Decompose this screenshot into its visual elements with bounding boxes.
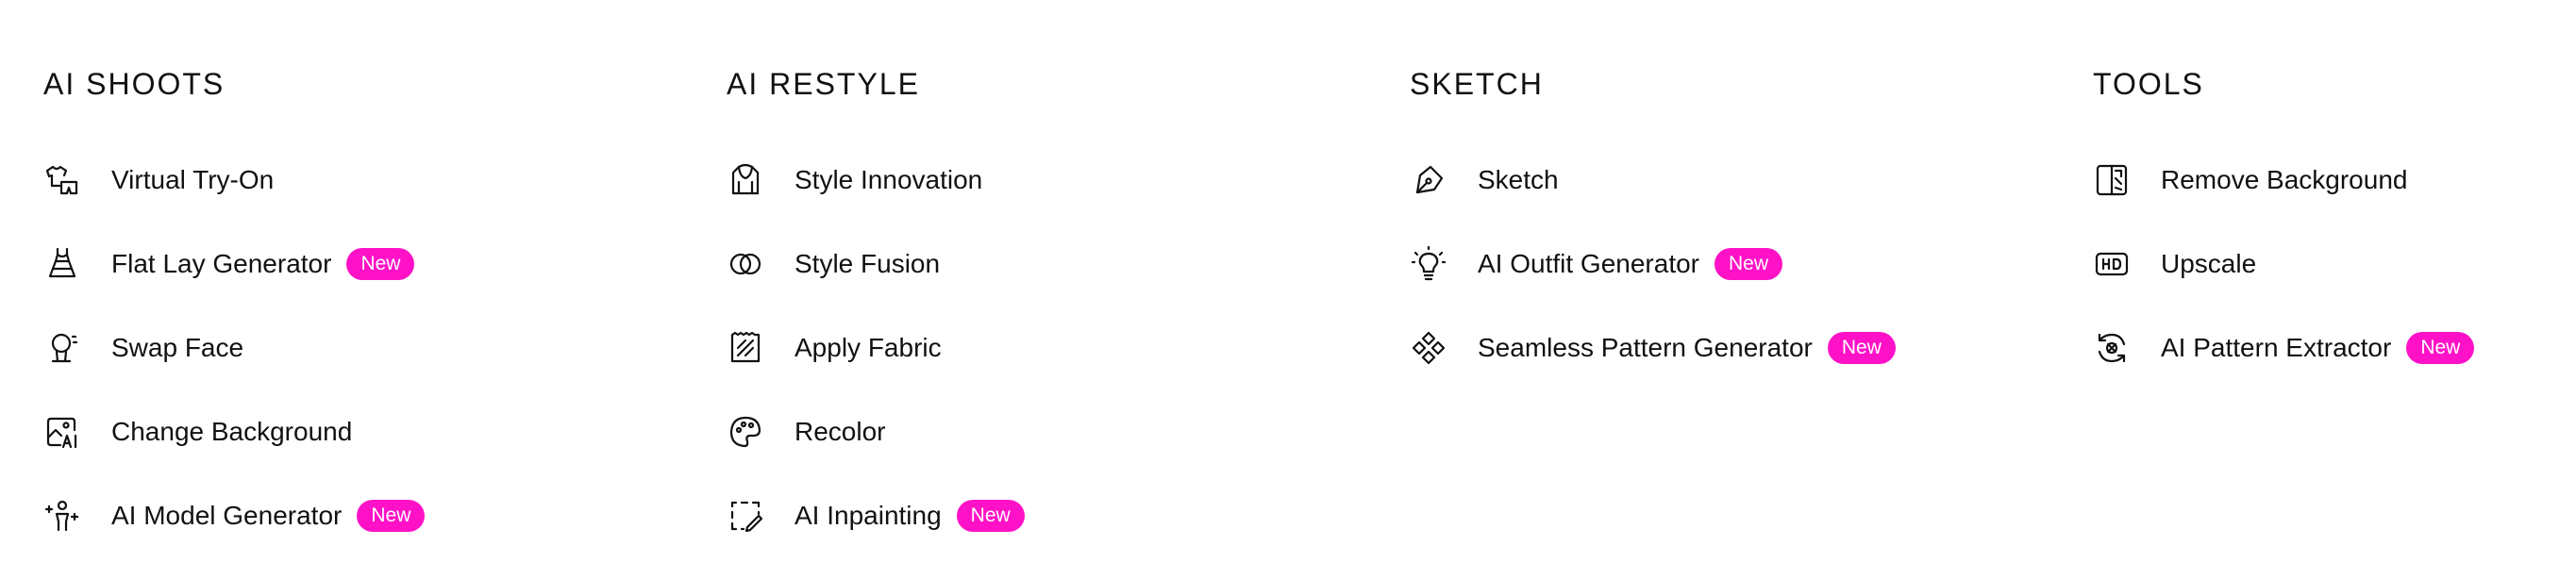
hd-icon <box>2093 245 2131 283</box>
menu-item-label: Remove Background <box>2161 164 2408 194</box>
new-badge: New <box>2406 331 2475 364</box>
menu-item-label: AI Inpainting <box>795 500 942 530</box>
new-badge: New <box>346 247 415 280</box>
pattern-extract-icon <box>2093 329 2131 367</box>
section-heading: TOOLS <box>2093 67 2204 101</box>
new-badge: New <box>956 499 1025 532</box>
remove-bg-icon <box>2093 161 2131 199</box>
menu-item-label: Style Innovation <box>795 164 983 194</box>
menu-item-change-background[interactable]: Change Background <box>43 389 704 473</box>
section-heading: AI SHOOTS <box>43 67 226 101</box>
section-list: Virtual Try-On Flat Lay Generator New Sw… <box>43 138 704 557</box>
menu-item-swap-face[interactable]: Swap Face <box>43 306 704 389</box>
section-ai-restyle: AI RESTYLE Style Innovation Style Fusion… <box>727 60 1387 557</box>
lightbulb-icon <box>1410 245 1447 283</box>
ai-image-icon <box>43 413 81 451</box>
section-sketch: SKETCH Sketch AI Outfit Generator New Se… <box>1410 60 2070 389</box>
section-list: Style Innovation Style Fusion Apply Fabr… <box>727 138 1387 557</box>
feature-menu: AI SHOOTS Virtual Try-On Flat Lay Genera… <box>0 0 2576 579</box>
menu-item-label: AI Model Generator <box>111 500 343 530</box>
menu-item-remove-background[interactable]: Remove Background <box>2093 138 2576 222</box>
clothes-icon <box>43 161 81 199</box>
menu-item-label: Flat Lay Generator <box>111 248 332 278</box>
menu-item-label: Change Background <box>111 416 353 446</box>
fabric-icon <box>727 329 764 367</box>
menu-item-style-fusion[interactable]: Style Fusion <box>727 222 1387 306</box>
menu-item-label: Apply Fabric <box>795 332 942 362</box>
section-heading: SKETCH <box>1410 67 1544 101</box>
menu-item-label: Recolor <box>795 416 886 446</box>
menu-item-label: Upscale <box>2161 248 2257 278</box>
menu-item-seamless-pattern-generator[interactable]: Seamless Pattern Generator New <box>1410 306 2070 389</box>
section-ai-shoots: AI SHOOTS Virtual Try-On Flat Lay Genera… <box>43 60 704 557</box>
menu-item-ai-model-generator[interactable]: AI Model Generator New <box>43 473 704 557</box>
menu-item-ai-outfit-generator[interactable]: AI Outfit Generator New <box>1410 222 2070 306</box>
menu-item-ai-pattern-extractor[interactable]: AI Pattern Extractor New <box>2093 306 2576 389</box>
menu-item-flat-lay-generator[interactable]: Flat Lay Generator New <box>43 222 704 306</box>
overlap-circles-icon <box>727 245 764 283</box>
menu-item-label: AI Pattern Extractor <box>2161 332 2392 362</box>
section-list: Sketch AI Outfit Generator New Seamless … <box>1410 138 2070 389</box>
section-heading: AI RESTYLE <box>727 67 920 101</box>
menu-item-virtual-try-on[interactable]: Virtual Try-On <box>43 138 704 222</box>
menu-item-recolor[interactable]: Recolor <box>727 389 1387 473</box>
pen-nib-icon <box>1410 161 1447 199</box>
menu-item-style-innovation[interactable]: Style Innovation <box>727 138 1387 222</box>
menu-item-sketch[interactable]: Sketch <box>1410 138 2070 222</box>
menu-item-label: Virtual Try-On <box>111 164 275 194</box>
face-icon <box>43 329 81 367</box>
menu-item-label: AI Outfit Generator <box>1478 248 1699 278</box>
menu-item-upscale[interactable]: Upscale <box>2093 222 2576 306</box>
menu-item-label: Seamless Pattern Generator <box>1478 332 1813 362</box>
menu-item-label: Style Fusion <box>795 248 941 278</box>
menu-item-label: Sketch <box>1478 164 1559 194</box>
new-badge: New <box>1827 331 1896 364</box>
inpaint-brush-icon <box>727 497 764 535</box>
new-badge: New <box>357 499 426 532</box>
section-tools: TOOLS Remove Background Upscale AI Patte… <box>2093 60 2576 389</box>
new-badge: New <box>1715 247 1783 280</box>
menu-item-label: Swap Face <box>111 332 244 362</box>
menu-item-apply-fabric[interactable]: Apply Fabric <box>727 306 1387 389</box>
palette-icon <box>727 413 764 451</box>
section-list: Remove Background Upscale AI Pattern Ext… <box>2093 138 2576 389</box>
menu-item-ai-inpainting[interactable]: AI Inpainting New <box>727 473 1387 557</box>
sparkle-person-icon <box>43 497 81 535</box>
diamond-pattern-icon <box>1410 329 1447 367</box>
dress-icon <box>43 245 81 283</box>
hoodie-icon <box>727 161 764 199</box>
